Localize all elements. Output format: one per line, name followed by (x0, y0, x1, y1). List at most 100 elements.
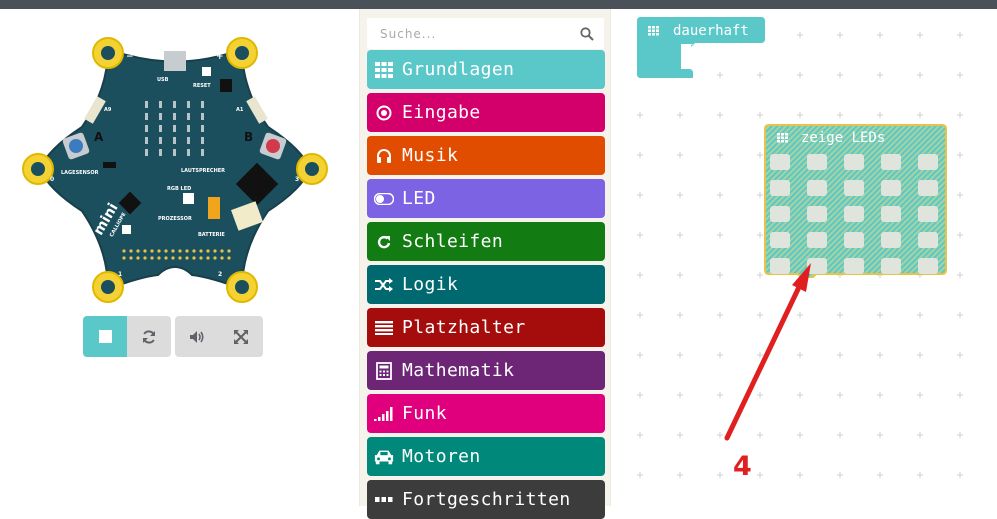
led-toggle-cell[interactable] (844, 232, 864, 248)
led-toggle-cell[interactable] (881, 258, 901, 274)
board-pin (136, 256, 140, 260)
calliope-mini-board[interactable]: − + USB RESET A9 A1 A B LAGESENSOR LAUTS… (20, 29, 330, 309)
category-eingabe[interactable]: Eingabe (367, 93, 605, 132)
board-led (201, 149, 204, 156)
svg-text:PROZESSOR: PROZESSOR (158, 216, 192, 222)
board-led (159, 113, 162, 120)
grid-cross (637, 192, 643, 198)
board-pin (213, 256, 217, 260)
led-toggle-cell[interactable] (918, 232, 938, 248)
board-led (159, 125, 162, 132)
category-musik[interactable]: Musik (367, 136, 605, 175)
led-toggle-cell[interactable] (770, 206, 790, 222)
board-led (145, 149, 148, 156)
car-icon (374, 447, 394, 467)
led-toggle-cell[interactable] (770, 232, 790, 248)
category-funk[interactable]: Funk (367, 394, 605, 433)
grid-cross (957, 272, 963, 278)
category-platzhalter[interactable]: Platzhalter (367, 308, 605, 347)
restart-button[interactable] (127, 316, 171, 357)
grid-cross (837, 432, 843, 438)
led-toggle-cell[interactable] (807, 206, 827, 222)
led-toggle-cell[interactable] (881, 206, 901, 222)
grid-cross (637, 392, 643, 398)
svg-text:−: − (126, 52, 134, 62)
grid-cross (797, 32, 803, 38)
toolbox: Suche... Grundlagen Eingabe Musik LED Sc (359, 9, 611, 519)
board-pin (143, 249, 147, 253)
category-grundlagen[interactable]: Grundlagen (367, 50, 605, 89)
led-toggle-cell[interactable] (844, 206, 864, 222)
grid-cross (837, 352, 843, 358)
category-mathematik[interactable]: Mathematik (367, 351, 605, 390)
grid-icon (648, 26, 659, 36)
led-toggle-cell[interactable] (807, 258, 827, 274)
grid-cross (877, 72, 883, 78)
led-toggle-cell[interactable] (918, 206, 938, 222)
led-toggle-cell[interactable] (770, 258, 790, 274)
category-logik[interactable]: Logik (367, 265, 605, 304)
board-pin (164, 249, 168, 253)
led-toggle-cell[interactable] (881, 180, 901, 196)
led-toggle-cell[interactable] (807, 180, 827, 196)
forever-block[interactable]: dauerhaft (637, 17, 769, 81)
category-label: Logik (402, 274, 459, 295)
grid-cross (877, 432, 883, 438)
led-toggle-cell[interactable] (807, 154, 827, 170)
led-toggle-cell[interactable] (881, 232, 901, 248)
board-led (201, 113, 204, 120)
fullscreen-button[interactable] (219, 316, 263, 357)
restart-icon (143, 329, 155, 344)
grid-cross (717, 472, 723, 478)
mute-button[interactable] (175, 316, 219, 357)
grid-cross (917, 32, 923, 38)
speaker-icon (190, 330, 204, 343)
grid-cross (677, 392, 683, 398)
category-label: Platzhalter (402, 317, 526, 338)
annotation-number: 4 (733, 451, 752, 482)
grid-cross (797, 392, 803, 398)
category-schleifen[interactable]: Schleifen (367, 222, 605, 261)
category-fortgeschritten[interactable]: Fortgeschritten (367, 480, 605, 519)
board-pin (178, 256, 182, 260)
led-toggle-cell[interactable] (844, 258, 864, 274)
led-toggle-cell[interactable] (881, 154, 901, 170)
grid-cross (837, 72, 843, 78)
grid-cross (677, 312, 683, 318)
search-input[interactable]: Suche... (380, 27, 436, 41)
grid-cross (957, 152, 963, 158)
board-pin (150, 249, 154, 253)
grid-cross (917, 472, 923, 478)
board-led (173, 149, 176, 156)
led-toggle-cell[interactable] (807, 232, 827, 248)
grid-cross (837, 32, 843, 38)
grid-cross (877, 32, 883, 38)
grid-cross (637, 352, 643, 358)
search-box[interactable]: Suche... (367, 18, 604, 49)
category-label: LED (402, 188, 436, 209)
led-toggle-cell[interactable] (844, 154, 864, 170)
category-led[interactable]: LED (367, 179, 605, 218)
grid-cross (717, 232, 723, 238)
grid-cross (677, 352, 683, 358)
search-icon[interactable] (580, 26, 594, 41)
grid-cross (957, 112, 963, 118)
stop-button[interactable] (83, 316, 127, 357)
toggle-icon (374, 189, 394, 209)
svg-text:+: + (216, 52, 224, 62)
led-toggle-cell[interactable] (918, 180, 938, 196)
board-led (145, 125, 148, 132)
led-toggle-cell[interactable] (918, 154, 938, 170)
svg-text:RESET: RESET (193, 83, 211, 89)
show-leds-block-label: zeige LEDs (801, 130, 885, 146)
grid-cross (717, 392, 723, 398)
led-toggle-cell[interactable] (770, 180, 790, 196)
grid-cross (637, 152, 643, 158)
category-motoren[interactable]: Motoren (367, 437, 605, 476)
led-toggle-cell[interactable] (770, 154, 790, 170)
show-leds-block[interactable]: zeige LEDs (764, 124, 948, 278)
led-toggle-cell[interactable] (918, 258, 938, 274)
grid-cross (757, 352, 763, 358)
led-toggle-cell[interactable] (844, 180, 864, 196)
grid-cross (757, 392, 763, 398)
